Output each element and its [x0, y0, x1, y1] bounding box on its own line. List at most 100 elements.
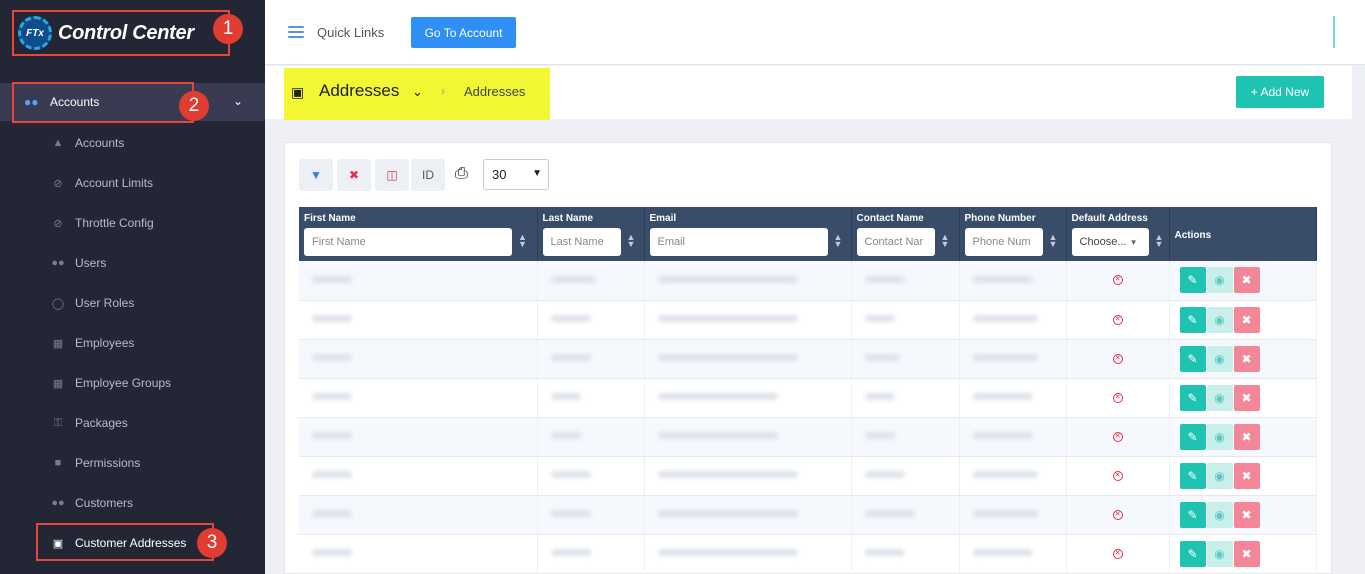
view-button[interactable]: ◉: [1206, 540, 1233, 567]
redacted-value: [550, 393, 581, 400]
page-title[interactable]: Addresses: [319, 81, 399, 101]
table-cell: [537, 339, 645, 379]
last-name-filter[interactable]: Last Name: [542, 228, 621, 256]
table-cell: [299, 300, 538, 340]
sort-icon[interactable]: ▲ ▼: [518, 233, 527, 249]
print-icon[interactable]: ⎙: [455, 165, 468, 183]
table-cell: [959, 300, 1067, 340]
view-button[interactable]: ◉: [1206, 462, 1233, 489]
table-cell: [537, 300, 645, 340]
delete-row-button[interactable]: ✖: [1233, 306, 1260, 333]
column-label: First Name: [304, 213, 356, 224]
delete-row-button[interactable]: ✖: [1233, 540, 1260, 567]
filter-icon: ▼: [310, 168, 322, 182]
phone-number-filter[interactable]: Phone Num: [964, 228, 1043, 256]
delete-row-button[interactable]: ✖: [1233, 423, 1260, 450]
redacted-value: [657, 510, 798, 517]
sidebar-item-packages[interactable]: ⚿ Packages: [0, 403, 265, 443]
sort-icon[interactable]: ▲ ▼: [1155, 233, 1164, 249]
sort-icon[interactable]: ▲ ▼: [627, 233, 636, 249]
column-first-name: First Name First Name ▲ ▼: [299, 207, 538, 261]
go-to-account-button[interactable]: Go To Account: [411, 17, 516, 48]
view-button[interactable]: ◉: [1206, 306, 1233, 333]
x-circle-icon: ✕: [1112, 470, 1123, 481]
redacted-value: [864, 471, 905, 478]
sidebar-item-customers[interactable]: ●● Customers: [0, 483, 265, 523]
id-toggle-button[interactable]: ID: [411, 159, 445, 191]
delete-row-button[interactable]: ✖: [1233, 267, 1260, 294]
table-row: ✕ ✎ ◉ ✖: [299, 378, 1317, 418]
edit-button[interactable]: ✎: [1179, 267, 1206, 294]
column-label: Default Address: [1071, 213, 1148, 224]
delete-row-button[interactable]: ✖: [1233, 345, 1260, 372]
sidebar-item-account-limits[interactable]: ⊘ Account Limits: [0, 163, 265, 203]
email-filter[interactable]: Email: [649, 228, 828, 256]
sidebar-item-label: User Roles: [75, 296, 135, 310]
redacted-value: [972, 510, 1038, 517]
view-button[interactable]: ◉: [1206, 384, 1233, 411]
delete-row-button[interactable]: ✖: [1233, 462, 1260, 489]
chevron-down-icon[interactable]: ⌄: [412, 84, 423, 100]
edit-button[interactable]: ✎: [1179, 345, 1206, 372]
redacted-value: [657, 393, 778, 400]
quick-links[interactable]: Quick Links: [317, 25, 384, 40]
chevron-down-icon[interactable]: ⌄: [233, 94, 243, 108]
sort-icon[interactable]: ▲ ▼: [941, 233, 950, 249]
add-new-button[interactable]: + Add New: [1236, 76, 1324, 108]
table-cell: [644, 417, 852, 457]
table-cell: [851, 261, 960, 301]
sidebar-item-throttle-config[interactable]: ⊘ Throttle Config: [0, 203, 265, 243]
hamburger-menu-icon[interactable]: [288, 26, 304, 38]
table-cell: [299, 417, 538, 457]
sidebar-item-users[interactable]: ●● Users: [0, 243, 265, 283]
redacted-value: [972, 275, 1033, 283]
redacted-value: [657, 432, 778, 439]
delete-row-button[interactable]: ✖: [1233, 501, 1260, 528]
actions-cell: ✎ ◉ ✖: [1169, 495, 1317, 535]
clear-filter-button[interactable]: ✖: [337, 159, 371, 191]
edit-button[interactable]: ✎: [1179, 540, 1206, 567]
sidebar-item-user-roles[interactable]: ◯ User Roles: [0, 283, 265, 323]
table-cell: [537, 456, 645, 496]
contact-name-filter[interactable]: Contact Nar: [856, 228, 935, 256]
actions-cell: ✎ ◉ ✖: [1169, 300, 1317, 340]
edit-button[interactable]: ✎: [1179, 306, 1206, 333]
table-cell: [299, 456, 538, 496]
sidebar-item-accounts[interactable]: ▲ Accounts: [0, 123, 265, 163]
redacted-value: [312, 549, 352, 556]
annotation-badge-3: 3: [197, 528, 227, 558]
delete-row-button[interactable]: ✖: [1233, 384, 1260, 411]
edit-button[interactable]: ✎: [1179, 462, 1206, 489]
sidebar-item-employee-groups[interactable]: ▦ Employee Groups: [0, 363, 265, 403]
topbar-divider: [1333, 16, 1335, 48]
chevron-down-icon: ▼: [532, 168, 542, 179]
table-cell: [851, 417, 960, 457]
default-address-filter[interactable]: Choose... ▼: [1071, 228, 1149, 256]
delete-button[interactable]: ◫: [375, 159, 409, 191]
table-cell: [299, 378, 538, 418]
redacted-value: [657, 275, 798, 283]
redacted-value: [550, 549, 591, 556]
view-button[interactable]: ◉: [1206, 345, 1233, 372]
sidebar-item-employees[interactable]: ▦ Employees: [0, 323, 265, 363]
x-circle-icon: ✕: [1112, 314, 1123, 325]
edit-button[interactable]: ✎: [1179, 384, 1206, 411]
close-icon: ✖: [348, 168, 360, 182]
sort-icon[interactable]: ▲ ▼: [834, 233, 843, 249]
sort-icon[interactable]: ▲ ▼: [1049, 233, 1058, 249]
sidebar-item-label: Customers: [75, 496, 134, 510]
column-email: Email Email ▲ ▼: [644, 207, 852, 261]
default-address-placeholder: Choose...: [1079, 236, 1127, 248]
table-cell: [644, 378, 852, 418]
view-button[interactable]: ◉: [1206, 501, 1233, 528]
page-size-select[interactable]: 30 ▼: [483, 159, 549, 190]
default-address-cell: ✕: [1066, 495, 1170, 535]
edit-button[interactable]: ✎: [1179, 423, 1206, 450]
first-name-filter[interactable]: First Name: [304, 228, 512, 256]
sidebar-item-permissions[interactable]: ■ Permissions: [0, 443, 265, 483]
redacted-value: [312, 432, 352, 439]
view-button[interactable]: ◉: [1206, 267, 1233, 294]
edit-button[interactable]: ✎: [1179, 501, 1206, 528]
filter-button[interactable]: ▼: [299, 159, 333, 191]
view-button[interactable]: ◉: [1206, 423, 1233, 450]
